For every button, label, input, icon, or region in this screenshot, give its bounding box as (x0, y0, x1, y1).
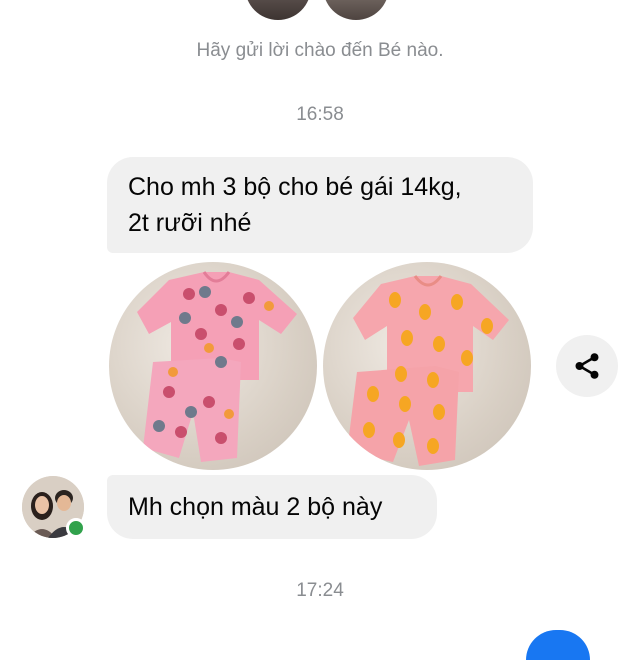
online-status-dot (66, 518, 86, 538)
message-bubble[interactable]: Mh chọn màu 2 bộ này (107, 475, 437, 539)
floating-action-button[interactable] (526, 630, 590, 660)
message-timestamp: 16:58 (296, 104, 344, 125)
message-bubble[interactable]: Cho mh 3 bộ cho bé gái 14kg, 2t rưỡi nhé (107, 157, 533, 253)
share-button[interactable] (556, 335, 618, 397)
pink-pajama-set-photo[interactable] (109, 262, 317, 470)
participant-avatar[interactable] (323, 0, 389, 20)
message-timestamp: 17:24 (296, 580, 344, 601)
orange-pajama-set-photo[interactable] (323, 262, 531, 470)
orange-pajama-illustration (347, 275, 509, 466)
participant-avatars (245, 0, 395, 20)
participant-avatar[interactable] (245, 0, 311, 20)
message-text: Mh chọn màu 2 bộ này (128, 493, 383, 521)
greeting-prompt: Hãy gửi lời chào đến Bé nào. (196, 40, 444, 61)
message-text-line: Cho mh 3 bộ cho bé gái 14kg, (128, 173, 462, 201)
message-text-line: 2t rưỡi nhé (128, 209, 252, 237)
share-icon (575, 353, 599, 379)
pink-pajama-illustration (137, 271, 297, 462)
